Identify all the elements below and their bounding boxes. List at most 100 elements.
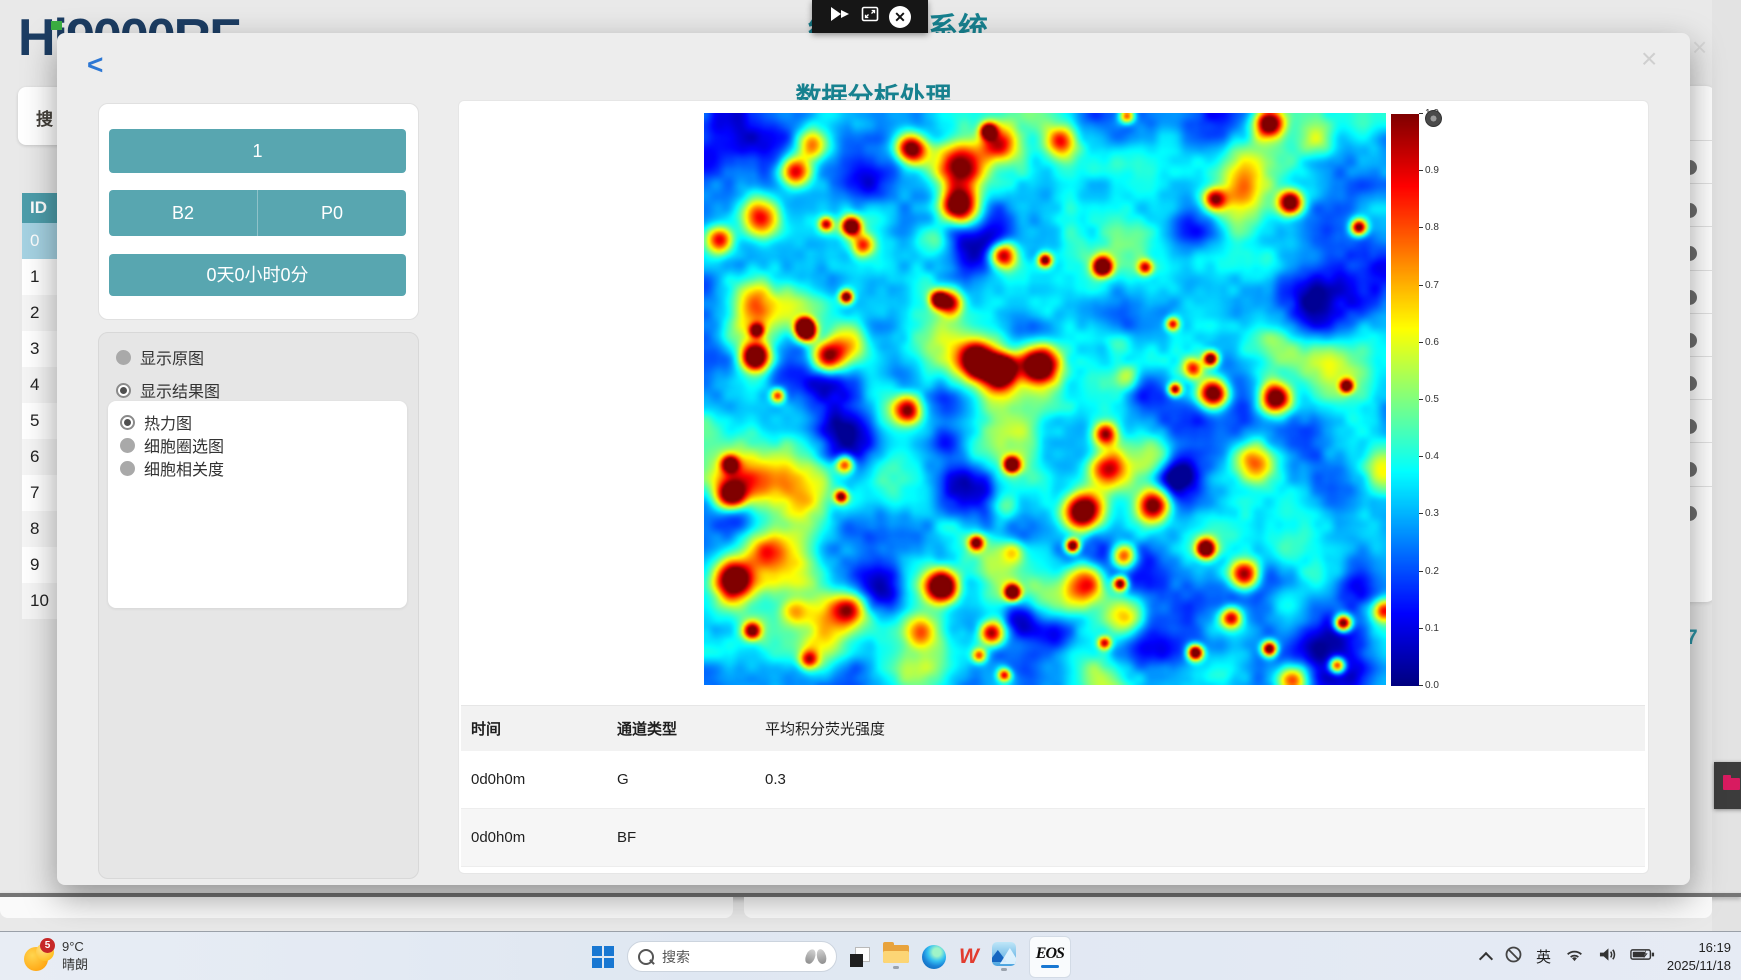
sun-icon: 5 (24, 941, 54, 971)
eos-icon: EOS (1036, 945, 1064, 963)
row-divider (1688, 442, 1714, 443)
dialog-close-icon[interactable]: × (1641, 45, 1657, 73)
table-row[interactable]: 0d0h0m BF (461, 809, 1645, 867)
colorbar-ticks: 1.00.90.80.70.60.50.40.30.20.10.0 (1419, 114, 1459, 686)
row-divider (1688, 399, 1714, 400)
radio-label: 显示结果图 (140, 378, 220, 402)
radio-label: 热力图 (144, 410, 192, 434)
colorbar-tick: 0.5 (1419, 394, 1439, 405)
background-close-icon[interactable]: × (1692, 34, 1707, 60)
table-cell: 0d0h0m (471, 751, 525, 808)
tray-time: 16:19 (1653, 939, 1731, 957)
colorbar-tick: 0.3 (1419, 508, 1439, 519)
data-analysis-dialog: 数据分析处理 < × 1 B2 P0 0天0小时0分 显示原图显示结果图 热力图… (57, 33, 1690, 885)
battery-icon[interactable] (1630, 947, 1655, 967)
background-search-label: 搜 (36, 105, 53, 130)
table-header-cell: 通道类型 (617, 706, 677, 751)
colorbar-tick: 0.2 (1419, 566, 1439, 577)
table-cell: G (617, 751, 629, 808)
colorbar (1391, 114, 1419, 686)
result-table: 时间通道类型平均积分荧光强度 0d0h0mG0.30d0h0mBF (461, 705, 1645, 867)
display-options-card: 显示原图显示结果图 热力图细胞圈选图细胞相关度 播放视频 (98, 332, 419, 879)
well-number-button[interactable]: 1 (109, 129, 406, 173)
task-view-icon (850, 947, 870, 967)
screen-overlay-toolbar: ✕ (812, 0, 928, 33)
time-button[interactable]: 0天0小时0分 (109, 254, 406, 296)
start-button[interactable] (592, 946, 614, 968)
colorbar-tick: 0.7 (1419, 280, 1439, 291)
colorbar-tick: 0.6 (1419, 337, 1439, 348)
display-option[interactable]: 显示原图 (116, 345, 204, 369)
radio-icon[interactable] (116, 350, 131, 365)
row-divider (1688, 226, 1714, 227)
colorbar-tick: 0.1 (1419, 623, 1439, 634)
cast-icon[interactable] (829, 6, 851, 27)
search-icon (638, 949, 654, 965)
volume-icon[interactable] (1598, 946, 1617, 968)
taskbar-clock[interactable]: 16:19 2025/11/18 (1653, 939, 1731, 975)
table-cell: 0d0h0m (471, 809, 525, 866)
taskbar: 5 9°C 晴朗 搜索 W (0, 931, 1741, 980)
result-option[interactable]: 热力图 (120, 410, 192, 434)
heatmap-image[interactable] (704, 113, 1386, 685)
radio-icon[interactable] (120, 461, 135, 476)
result-option[interactable]: 细胞相关度 (120, 456, 224, 480)
radio-label: 显示原图 (140, 345, 204, 369)
result-table-header: 时间通道类型平均积分荧光强度 (461, 705, 1645, 751)
well-info-card: 1 B2 P0 0天0小时0分 (98, 103, 419, 320)
display-option[interactable]: 显示结果图 (116, 378, 220, 402)
colorbar-tick: 0.9 (1419, 165, 1439, 176)
screen: Hi9000RF 细胞分析系统 搜 ID 012345678910 7 × ✕ … (0, 0, 1741, 980)
colorbar-badge-icon[interactable] (1425, 110, 1442, 127)
well-passage-button[interactable]: P0 (258, 190, 406, 236)
radio-label: 细胞圈选图 (144, 433, 224, 457)
wifi-icon[interactable] (1564, 946, 1585, 968)
file-explorer-button[interactable] (883, 944, 909, 969)
do-not-disturb-icon[interactable] (1504, 945, 1523, 969)
running-indicator (1001, 968, 1007, 971)
colorbar-tick: 0.8 (1419, 222, 1439, 233)
wps-icon: W (959, 945, 979, 969)
row-divider (1688, 270, 1714, 271)
wps-button[interactable]: W (959, 945, 979, 969)
ime-indicator[interactable]: 英 (1536, 946, 1551, 967)
edge-button[interactable] (922, 945, 946, 969)
edge-icon (922, 945, 946, 969)
row-divider (1688, 140, 1714, 141)
weather-widget[interactable]: 5 9°C 晴朗 (24, 938, 88, 973)
result-type-card: 热力图细胞圈选图细胞相关度 (108, 401, 407, 608)
radio-icon[interactable] (120, 438, 135, 453)
weather-badge: 5 (40, 938, 55, 953)
close-icon[interactable]: ✕ (889, 6, 911, 28)
row-divider (1688, 356, 1714, 357)
taskbar-search[interactable]: 搜索 (627, 941, 837, 972)
row-divider (1688, 486, 1714, 487)
photos-icon (992, 942, 1016, 966)
well-position-button[interactable]: B2 (109, 190, 258, 236)
eos-app-button[interactable]: EOS (1029, 936, 1071, 978)
weather-condition: 晴朗 (62, 956, 88, 974)
fullscreen-icon[interactable] (861, 6, 879, 27)
tray-expand-icon[interactable] (1479, 951, 1493, 965)
row-divider (1688, 313, 1714, 314)
table-header-cell: 平均积分荧光强度 (765, 706, 885, 751)
running-indicator (893, 966, 899, 969)
table-row[interactable]: 0d0h0m G 0.3 (461, 751, 1645, 809)
analysis-content-card: 1.00.90.80.70.60.50.40.30.20.10.0 时间通道类型… (458, 100, 1649, 874)
result-option[interactable]: 细胞圈选图 (120, 433, 224, 457)
radio-label: 细胞相关度 (144, 456, 224, 480)
table-cell: 0.3 (765, 751, 786, 808)
row-divider (1688, 183, 1714, 184)
back-button[interactable]: < (87, 51, 103, 79)
tray-date: 2025/11/18 (1653, 957, 1731, 975)
photos-button[interactable] (992, 942, 1016, 971)
background-card-bottom (744, 897, 1712, 918)
search-placeholder: 搜索 (662, 947, 798, 967)
task-view-button[interactable] (850, 947, 870, 967)
table-cell: BF (617, 809, 636, 866)
radio-selected-icon[interactable] (116, 383, 131, 398)
radio-selected-icon[interactable] (120, 415, 135, 430)
colorbar-tick: 0.4 (1419, 451, 1439, 462)
floating-dock-widget[interactable] (1714, 762, 1741, 809)
folder-icon (883, 944, 909, 964)
